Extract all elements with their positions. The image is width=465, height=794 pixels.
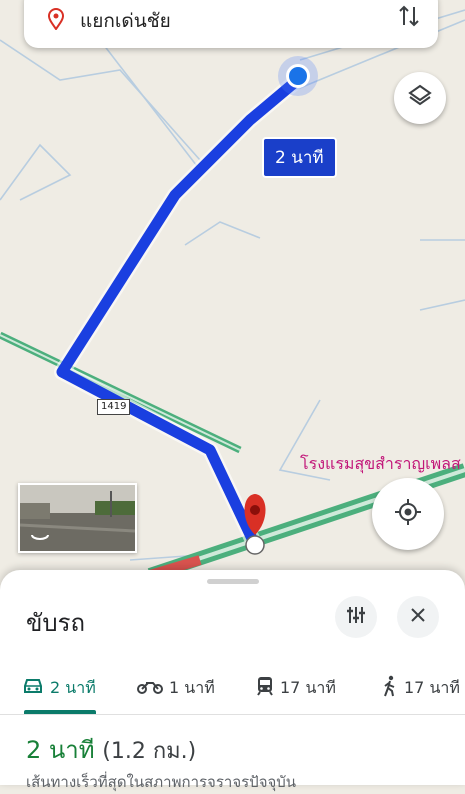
close-icon xyxy=(410,607,426,627)
route-time-bubble: 2 นาที xyxy=(262,137,337,178)
tab-label: 17 นาที xyxy=(280,677,336,697)
swap-icon[interactable] xyxy=(398,4,420,32)
close-button[interactable] xyxy=(397,596,439,638)
transit-icon xyxy=(256,676,274,700)
route-summary[interactable]: 2 นาที (1.2 กม.) xyxy=(26,730,196,769)
route-description: เส้นทางเร็วที่สุดในสภาพการจราจรปัจจุบัน xyxy=(26,773,297,791)
poi-label[interactable]: โรงแรมสุขสำราญเพลส xyxy=(300,452,461,477)
road-number-shield: 1419 xyxy=(97,399,131,415)
sheet-title: ขับรถ xyxy=(26,609,86,637)
tab-car[interactable]: 2 นาที xyxy=(22,662,96,714)
car-icon xyxy=(22,677,44,699)
route-options-button[interactable] xyxy=(335,596,377,638)
street-view-thumbnail[interactable] xyxy=(18,483,137,553)
layers-icon xyxy=(407,83,433,113)
destination-pin-icon xyxy=(244,494,266,555)
route-duration: 2 นาที xyxy=(26,736,95,764)
tab-motorcycle[interactable]: 1 นาที xyxy=(137,662,215,714)
destination-label: แยกเด่นชัย xyxy=(80,10,171,32)
destination-card[interactable]: แยกเด่นชัย xyxy=(24,0,438,48)
tab-label: 17 นาที xyxy=(404,677,460,697)
tab-label: 2 นาที xyxy=(50,677,96,697)
travel-mode-tabs: 2 นาที 1 นาที 17 นาที 17 นาที xyxy=(0,662,465,715)
current-location-marker xyxy=(278,56,318,96)
layers-button[interactable] xyxy=(394,72,446,124)
crosshair-icon xyxy=(393,497,423,531)
tab-walk[interactable]: 17 นาที xyxy=(382,662,460,714)
route-distance: (1.2 กม.) xyxy=(102,739,197,764)
location-pin-icon xyxy=(47,8,65,34)
active-tab-indicator xyxy=(24,710,96,714)
tune-icon xyxy=(346,605,366,629)
tab-transit[interactable]: 17 นาที xyxy=(256,662,336,714)
my-location-button[interactable] xyxy=(372,478,444,550)
walk-icon xyxy=(382,675,398,701)
drag-handle[interactable] xyxy=(207,579,259,584)
motorcycle-icon xyxy=(137,678,163,698)
directions-sheet: ขับรถ 2 นาที 1 นาที 17 นาที 17 นาที 2 นา… xyxy=(0,570,465,791)
tab-label: 1 นาที xyxy=(169,677,215,697)
